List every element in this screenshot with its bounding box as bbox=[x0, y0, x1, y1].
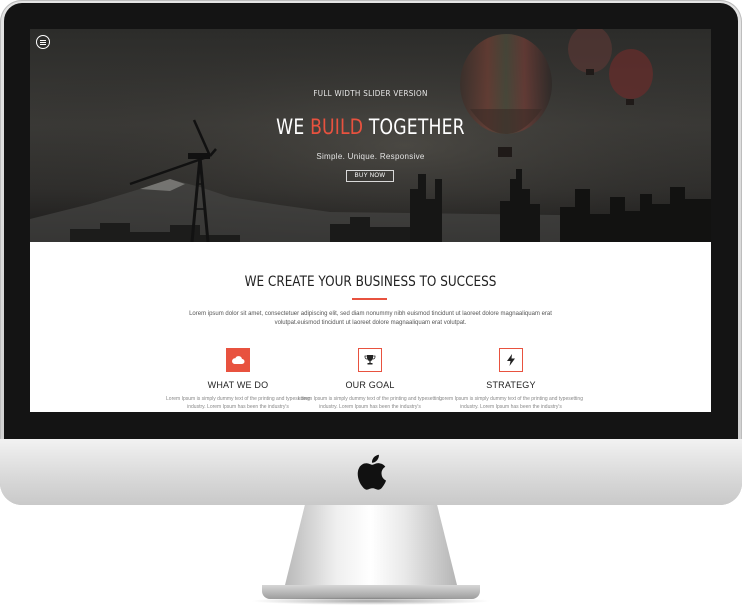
hero-title: WE BUILD TOGETHER bbox=[91, 114, 649, 140]
website-screen: FULL WIDTH SLIDER VERSION WE BUILD TOGET… bbox=[30, 29, 711, 412]
feature-strategy: STRATEGY Lorem Ipsum is simply dummy tex… bbox=[431, 348, 591, 411]
feature-title: OUR GOAL bbox=[345, 380, 395, 390]
feature-text: Lorem Ipsum is simply dummy text of the … bbox=[439, 396, 583, 410]
hero-slider: FULL WIDTH SLIDER VERSION WE BUILD TOGET… bbox=[30, 29, 711, 242]
lightning-icon bbox=[499, 348, 523, 372]
section-divider bbox=[352, 298, 387, 300]
buy-now-button[interactable]: BUY NOW bbox=[346, 170, 394, 182]
hero-subtitle: Simple. Unique. Responsive bbox=[316, 152, 425, 161]
cloud-icon bbox=[226, 348, 250, 372]
hero-eyebrow: FULL WIDTH SLIDER VERSION bbox=[313, 89, 428, 98]
monitor-chin bbox=[0, 439, 742, 505]
hero-title-accent: BUILD bbox=[310, 115, 364, 139]
section-title: WE CREATE YOUR BUSINESS TO SUCCESS bbox=[244, 274, 497, 290]
trophy-icon bbox=[358, 348, 382, 372]
feature-title: STRATEGY bbox=[486, 380, 536, 390]
hero-title-part1: WE bbox=[276, 115, 311, 139]
feature-our-goal: OUR GOAL Lorem Ipsum is simply dummy tex… bbox=[290, 348, 450, 411]
section-intro-text: Lorem ipsum dolor sit amet, consectetuer… bbox=[189, 311, 552, 326]
feature-text: Lorem Ipsum is simply dummy text of the … bbox=[298, 396, 442, 410]
menu-icon[interactable] bbox=[36, 35, 50, 49]
monitor-stand bbox=[284, 505, 458, 589]
stand-shadow bbox=[250, 597, 492, 605]
hero-title-part2: TOGETHER bbox=[363, 115, 465, 139]
apple-logo-icon bbox=[357, 454, 386, 490]
